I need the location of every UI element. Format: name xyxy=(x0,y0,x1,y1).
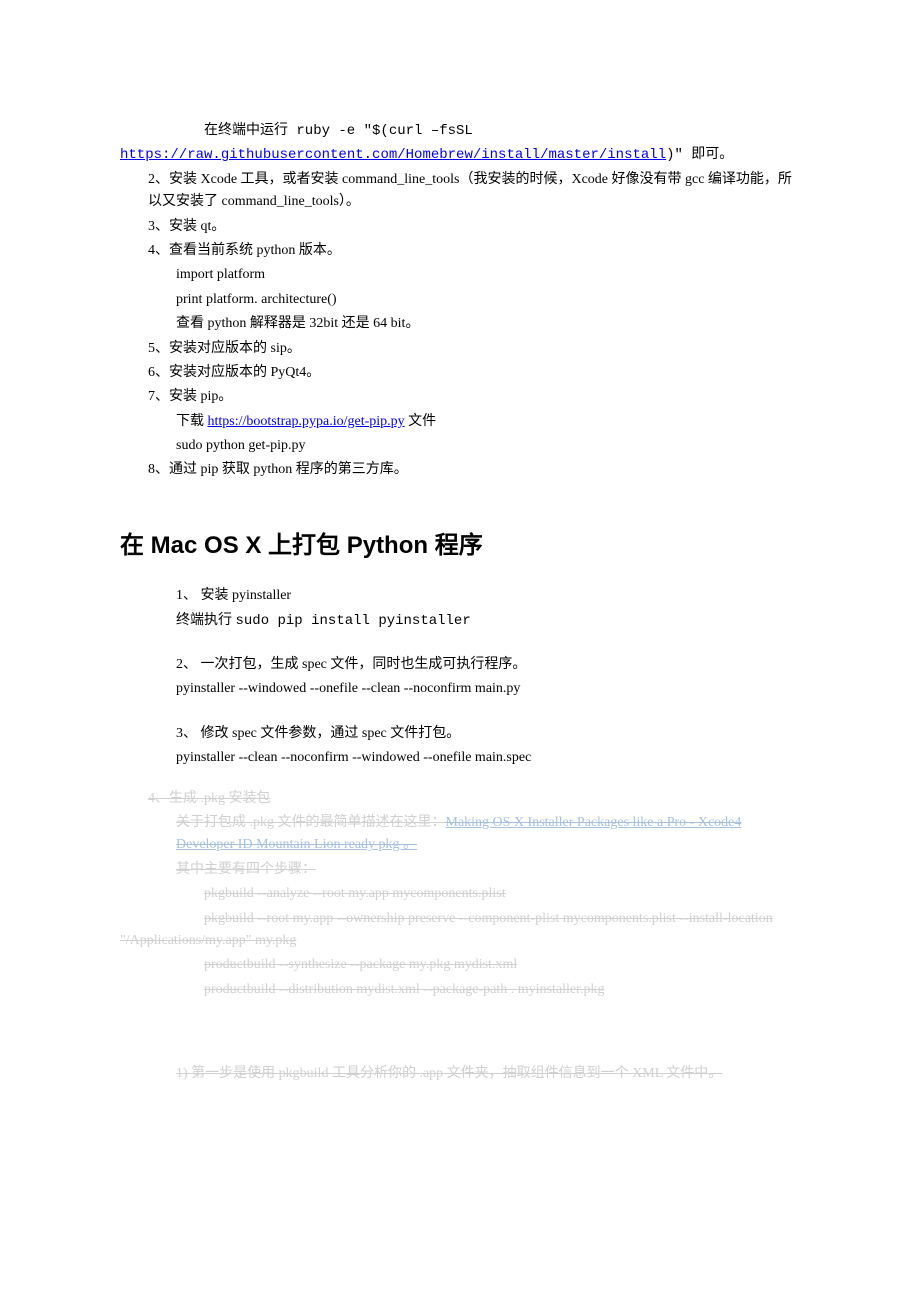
struck-step-1: 1) 第一步是使用 pkgbuild 工具分析你的 .app 文件夹，抽取组件信… xyxy=(120,1063,800,1085)
document-body: 在终端中运行 ruby -e "$(curl –fsSL https://raw… xyxy=(120,120,800,1086)
exec-cmd: sudo pip install pyinstaller xyxy=(236,613,471,629)
struck-pkgbuild: pkgbuild xyxy=(279,1066,329,1081)
struck-1-suffix: 文件夹，抽取组件信息到一个 XML 文件中。 xyxy=(443,1066,722,1081)
struck-4e: productbuild --synthesize --package my.p… xyxy=(120,954,800,976)
struck-4f: productbuild --distribution mydist.xml -… xyxy=(120,979,800,1001)
struck-4c: pkgbuild --analyze --root my.app mycompo… xyxy=(120,883,800,905)
section-heading: 在 Mac OS X 上打包 Python 程序 xyxy=(120,527,800,565)
text-prefix: 在终端中运行 ruby -e "$(curl –fsSL xyxy=(204,123,473,139)
step-5: 5、安装对应版本的 sip。 xyxy=(120,338,800,360)
terminal-command-line: 在终端中运行 ruby -e "$(curl –fsSL xyxy=(120,120,800,142)
step-7a: 下载 https://bootstrap.pypa.io/get-pip.py … xyxy=(120,411,800,433)
step-7: 7、安装 pip。 xyxy=(120,386,800,408)
link-line: https://raw.githubusercontent.com/Homebr… xyxy=(120,144,800,166)
download-prefix: 下载 xyxy=(176,414,208,429)
pack-step-3a: pyinstaller --clean --noconfirm --window… xyxy=(120,747,800,769)
struck-pkg: .pkg xyxy=(250,815,275,830)
step-8: 8、通过 pip 获取 python 程序的第三方库。 xyxy=(120,459,800,481)
getpip-link[interactable]: https://bootstrap.pypa.io/get-pip.py xyxy=(208,414,405,429)
step-7b: sudo python get-pip.py xyxy=(120,435,800,457)
step-4: 4、查看当前系统 python 版本。 xyxy=(120,240,800,262)
pack-step-2: 2、 一次打包，生成 spec 文件，同时也生成可执行程序。 xyxy=(120,654,800,676)
pack-step-2a: pyinstaller --windowed --onefile --clean… xyxy=(120,678,800,700)
pack-step-3: 3、 修改 spec 文件参数，通过 spec 文件打包。 xyxy=(120,723,800,745)
step-2: 2、安装 Xcode 工具，或者安装 command_line_tools（我安… xyxy=(120,169,800,214)
text-suffix: )" 即可。 xyxy=(666,147,733,163)
step-4c: 查看 python 解释器是 32bit 还是 64 bit。 xyxy=(120,313,800,335)
struck-4: 4、生成 .pkg 安装包 xyxy=(120,788,800,810)
struck-4a: 关于打包成 .pkg 文件的最简单描述在这里：Making OS X Insta… xyxy=(120,812,800,857)
download-suffix: 文件 xyxy=(405,414,437,429)
step-6: 6、安装对应版本的 PyQt4。 xyxy=(120,362,800,384)
pack-step-1: 1、 安装 pyinstaller xyxy=(120,585,800,607)
struck-app: .app xyxy=(419,1066,443,1081)
struck-text2: 文件的最简单描述在这里： xyxy=(274,815,446,830)
step-4b: print platform. architecture() xyxy=(120,289,800,311)
step-3: 3、安装 qt。 xyxy=(120,216,800,238)
exec-prefix: 终端执行 xyxy=(176,613,236,628)
struck-section: 4、生成 .pkg 安装包 关于打包成 .pkg 文件的最简单描述在这里：Mak… xyxy=(120,788,800,1002)
homebrew-link[interactable]: https://raw.githubusercontent.com/Homebr… xyxy=(120,147,666,163)
struck-4d: pkgbuild --root my.app --ownership prese… xyxy=(120,908,800,953)
struck-1-prefix: 1) 第一步是使用 xyxy=(176,1066,279,1081)
step-4a: import platform xyxy=(120,264,800,286)
struck-4b: 其中主要有四个步骤： xyxy=(120,859,800,881)
struck-1-mid2: 工具分析你的 xyxy=(328,1066,419,1081)
pack-step-1a: 终端执行 sudo pip install pyinstaller xyxy=(120,610,800,632)
struck-text: 关于打包成 xyxy=(176,815,250,830)
